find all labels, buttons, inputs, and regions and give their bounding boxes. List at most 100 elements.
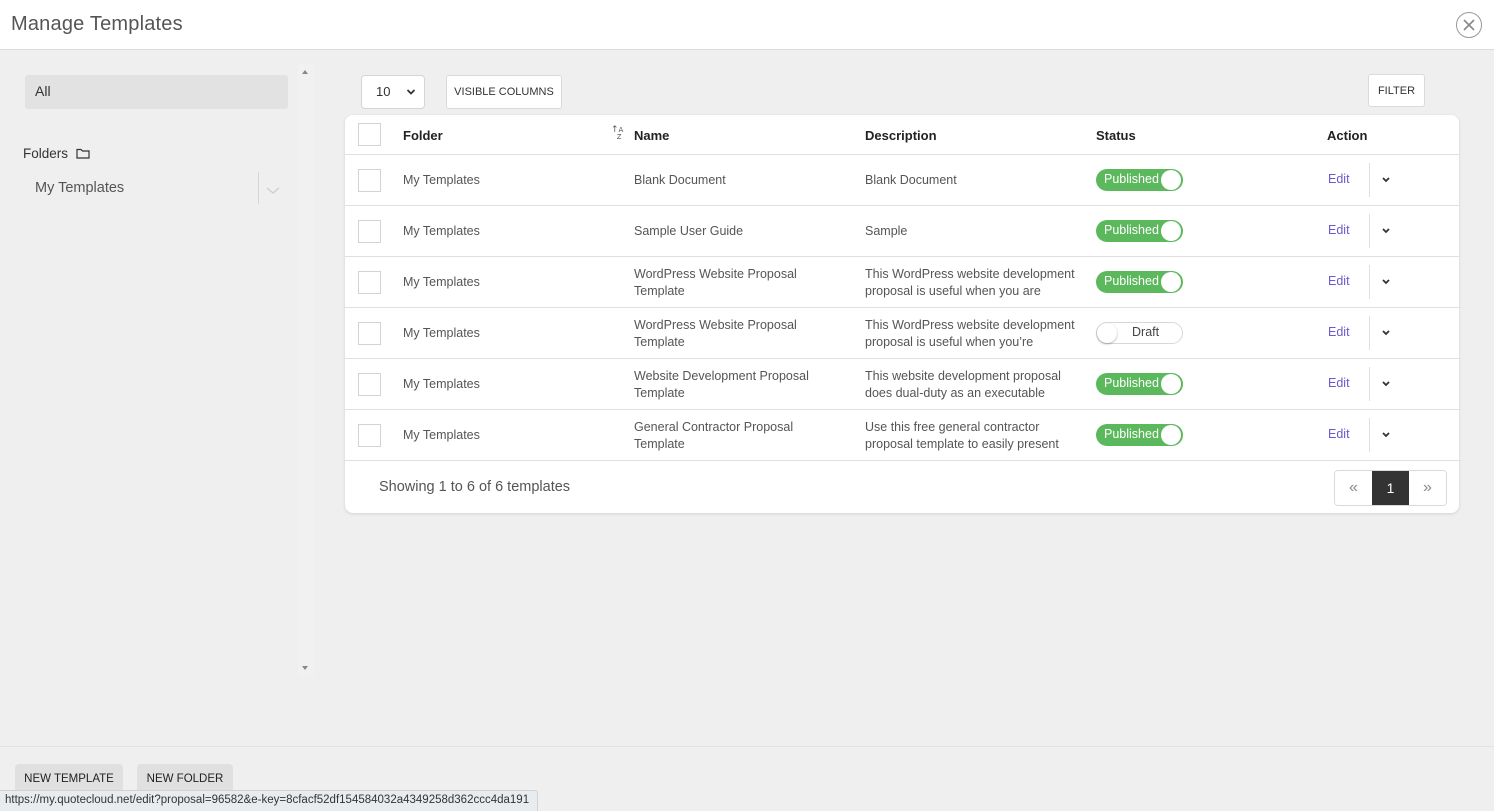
cell-folder: My Templates: [403, 224, 480, 238]
folders-label: Folders: [23, 146, 69, 161]
status-toggle[interactable]: Published: [1096, 220, 1183, 242]
cell-description-line: Use this free general contractor: [865, 420, 1040, 434]
scroll-down-arrow-icon[interactable]: [302, 666, 308, 670]
cell-folder: My Templates: [403, 377, 480, 391]
page-size-select[interactable]: 10: [361, 75, 425, 109]
cell-description-line: does dual-duty as an executable: [865, 386, 1045, 400]
table-header: Folder ↑A Z Name Description Status Acti…: [345, 115, 1459, 155]
edit-link[interactable]: Edit: [1328, 427, 1350, 441]
chevron-down-icon[interactable]: [1381, 380, 1391, 388]
action-divider: [1369, 418, 1370, 452]
cell-name: WordPress Website Proposal Template: [634, 317, 797, 351]
modal-header: Manage Templates: [0, 0, 1494, 50]
cell-description-line: Sample: [865, 224, 908, 238]
toggle-knob: [1161, 272, 1181, 292]
status-toggle[interactable]: Published: [1096, 424, 1183, 446]
folder-divider: [258, 172, 259, 204]
action-divider: [1369, 163, 1370, 197]
toggle-knob: [1161, 170, 1181, 190]
sidebar-scrollbar[interactable]: [298, 64, 314, 676]
status-toggle[interactable]: Published: [1096, 169, 1183, 191]
cell-description: This WordPress website development propos…: [865, 266, 1075, 300]
row-checkbox[interactable]: [358, 424, 381, 447]
visible-columns-button[interactable]: VISIBLE COLUMNS: [446, 75, 562, 109]
status-toggle[interactable]: Published: [1096, 271, 1183, 293]
cell-name-line: Template: [634, 284, 685, 298]
cell-name-line: Website Development Proposal: [634, 369, 809, 383]
folder-expand-toggle[interactable]: [265, 181, 281, 194]
cell-name-line: WordPress Website Proposal: [634, 267, 797, 281]
row-checkbox[interactable]: [358, 322, 381, 345]
cell-name: General Contractor Proposal Template: [634, 419, 793, 453]
edit-link[interactable]: Edit: [1328, 274, 1350, 288]
row-checkbox[interactable]: [358, 169, 381, 192]
cell-description-line: proposal template to easily present: [865, 437, 1059, 451]
cell-description-line: proposal is useful when you’re: [865, 335, 1034, 349]
folder-icon: [76, 148, 90, 159]
close-button[interactable]: [1456, 12, 1482, 38]
page-size-value: 10: [376, 84, 391, 99]
chevron-down-icon[interactable]: [1381, 176, 1391, 184]
page-1-button[interactable]: 1: [1372, 471, 1409, 505]
cell-name-line: Sample User Guide: [634, 224, 744, 238]
status-label: Published: [1104, 376, 1159, 390]
action-divider: [1369, 367, 1370, 401]
status-label: Published: [1104, 427, 1159, 441]
column-header-status[interactable]: Status: [1096, 128, 1136, 143]
chevron-down-icon: [266, 187, 280, 194]
cell-description: Use this free general contractor proposal…: [865, 419, 1059, 453]
page-title: Manage Templates: [11, 13, 183, 35]
table-row: My Templates General Contractor Proposal T…: [345, 410, 1459, 461]
cell-name-line: General Contractor Proposal: [634, 420, 794, 434]
chevron-down-icon: [406, 89, 416, 95]
chevron-down-icon[interactable]: [1381, 278, 1391, 286]
chevron-down-icon[interactable]: [1381, 329, 1391, 337]
action-divider: [1369, 214, 1370, 248]
scroll-up-arrow-icon[interactable]: [302, 70, 308, 74]
folders-heading: Folders: [23, 146, 90, 161]
column-header-folder[interactable]: Folder: [403, 128, 443, 143]
cell-name-line: Template: [634, 437, 685, 451]
chevron-down-icon[interactable]: [1381, 431, 1391, 439]
templates-table: Folder ↑A Z Name Description Status Acti…: [345, 115, 1459, 513]
column-header-action: Action: [1327, 128, 1368, 143]
cell-description-line: proposal is useful when you are: [865, 284, 1041, 298]
select-all-checkbox[interactable]: [358, 123, 381, 146]
row-checkbox[interactable]: [358, 220, 381, 243]
chevron-down-icon[interactable]: [1381, 227, 1391, 235]
cell-name: Sample User Guide: [634, 223, 743, 240]
status-toggle[interactable]: Published: [1096, 373, 1183, 395]
status-label: Published: [1104, 223, 1159, 237]
action-divider: [1369, 316, 1370, 350]
edit-link[interactable]: Edit: [1328, 172, 1350, 186]
filter-button[interactable]: FILTER: [1368, 74, 1425, 107]
next-page-button[interactable]: »: [1409, 471, 1446, 505]
cell-folder: My Templates: [403, 428, 480, 442]
status-toggle[interactable]: Draft: [1096, 322, 1183, 344]
close-icon: [1463, 19, 1475, 31]
table-row: My Templates Sample User Guide Sample Publi…: [345, 206, 1459, 257]
sidebar-item-all[interactable]: All: [25, 75, 288, 109]
column-header-name[interactable]: Name: [634, 128, 669, 143]
edit-link[interactable]: Edit: [1328, 376, 1350, 390]
cell-name-line: Template: [634, 386, 685, 400]
row-checkbox[interactable]: [358, 373, 381, 396]
action-divider: [1369, 265, 1370, 299]
cell-description-line: This WordPress website development: [865, 318, 1075, 332]
cell-description: Blank Document: [865, 172, 957, 189]
cell-description: This WordPress website development propos…: [865, 317, 1075, 351]
cell-name-line: WordPress Website Proposal: [634, 318, 797, 332]
prev-page-button[interactable]: «: [1335, 471, 1372, 505]
sidebar-folder-my-templates[interactable]: My Templates: [35, 180, 124, 196]
table-row: My Templates WordPress Website Proposal Te…: [345, 308, 1459, 359]
edit-link[interactable]: Edit: [1328, 223, 1350, 237]
cell-name-line: Template: [634, 335, 685, 349]
sort-az-icon[interactable]: ↑A Z: [611, 126, 623, 141]
status-label: Draft: [1132, 325, 1160, 339]
cell-description-line: This website development proposal: [865, 369, 1061, 383]
sidebar: All Folders My Templates: [0, 51, 300, 691]
row-checkbox[interactable]: [358, 271, 381, 294]
showing-count: Showing 1 to 6 of 6 templates: [379, 479, 571, 495]
edit-link[interactable]: Edit: [1328, 325, 1350, 339]
column-header-description[interactable]: Description: [865, 128, 937, 143]
